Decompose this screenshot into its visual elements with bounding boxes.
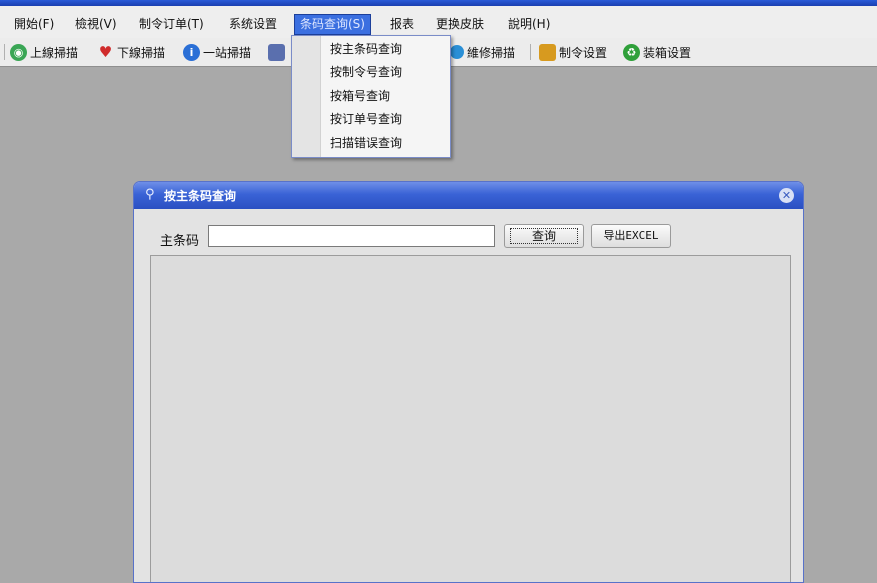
menu-start[interactable]: 開始(F) (14, 15, 54, 34)
dialog-title: 按主条码查询 (164, 189, 237, 203)
export-excel-button[interactable]: 导出EXCEL (591, 224, 671, 248)
dialog-titlebar[interactable]: ⚲ 按主条码查询 ✕ (134, 182, 803, 209)
menu-help[interactable]: 說明(H) (508, 15, 550, 34)
info-icon: i (183, 43, 200, 61)
menu-item-query-by-main-barcode[interactable]: 按主条码查询 (330, 39, 402, 59)
menu-item-query-by-order-number[interactable]: 按制令号查询 (330, 62, 402, 82)
barcode-label: 主条码 (160, 234, 200, 249)
query-button-label: 查询 (509, 228, 578, 244)
barcode-query-dialog: ⚲ 按主条码查询 ✕ 主条码 查询 导出EXCEL (133, 181, 804, 583)
results-panel[interactable] (150, 255, 791, 582)
menu-orders[interactable]: 制令订单(T) (139, 15, 204, 34)
wrench-icon (450, 45, 464, 59)
recycle-icon: ♻ (623, 43, 640, 61)
barcode-query-dropdown: 按主条码查询 按制令号查询 按箱号查询 按订单号查询 扫描错误查询 (291, 35, 451, 158)
packing-settings-button[interactable]: ♻ 装箱设置 (623, 42, 691, 62)
repair-scan-label: 維修掃描 (467, 45, 516, 60)
menu-item-query-by-sales-order[interactable]: 按订单号查询 (330, 109, 402, 129)
menu-item-query-by-box-number[interactable]: 按箱号查询 (330, 86, 390, 106)
toolbar-separator (530, 44, 531, 60)
order-settings-label: 制令设置 (559, 45, 608, 60)
one-station-scan-button[interactable]: i 一站掃描 (183, 42, 251, 62)
menu-reports[interactable]: 报表 (390, 15, 414, 34)
dropdown-icon-gutter (292, 36, 321, 157)
menu-change-skin[interactable]: 更换皮肤 (436, 15, 484, 34)
barcode-input[interactable] (208, 225, 495, 247)
hidden-tool-button[interactable] (268, 42, 288, 62)
offline-scan-label: 下線掃描 (117, 45, 166, 60)
repair-scan-button[interactable]: 維修掃描 (450, 42, 515, 62)
query-button[interactable]: 查询 (504, 224, 584, 248)
toolbar-separator (4, 44, 5, 60)
tools-icon (539, 43, 556, 61)
monitor-icon (268, 43, 285, 61)
menu-item-scan-error-query[interactable]: 扫描错误查询 (330, 133, 402, 153)
one-station-scan-label: 一站掃描 (203, 45, 252, 60)
online-scan-button[interactable]: ◉ 上線掃描 (10, 42, 78, 62)
online-scan-label: 上線掃描 (30, 45, 79, 60)
globe-icon: ◉ (10, 43, 27, 61)
close-icon[interactable]: ✕ (779, 188, 794, 203)
menu-view[interactable]: 檢視(V) (75, 15, 117, 34)
heart-icon: ♥ (98, 43, 113, 61)
offline-scan-button[interactable]: ♥ 下線掃描 (97, 42, 165, 62)
menu-system-settings[interactable]: 系统设置 (229, 15, 277, 34)
menu-barcode-query[interactable]: 条码查询(S) (294, 14, 371, 35)
order-settings-button[interactable]: 制令设置 (539, 42, 607, 62)
key-icon: ⚲ (145, 187, 155, 202)
packing-settings-label: 装箱设置 (643, 45, 692, 60)
menu-bar: 開始(F) 檢視(V) 制令订单(T) 系统设置 条码查询(S) 报表 更换皮肤… (0, 6, 877, 38)
